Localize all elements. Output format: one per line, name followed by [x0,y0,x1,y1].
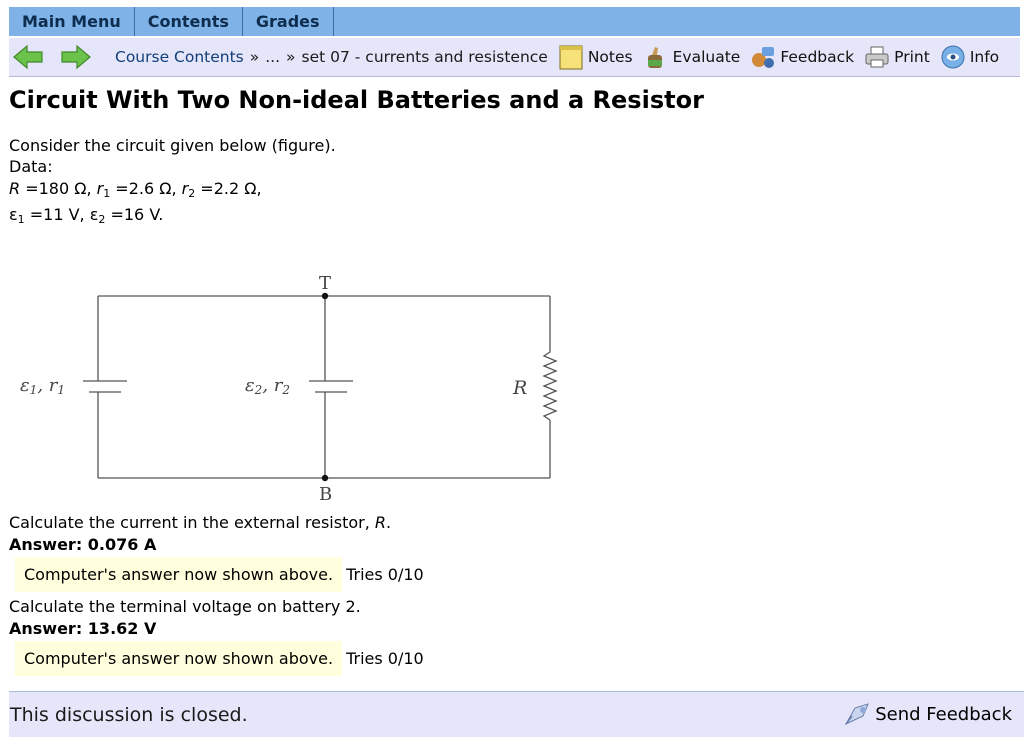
emf2-label: ε [245,375,255,396]
navigation-bar: Course Contents » ... » set 07 - current… [9,38,1020,77]
print-button[interactable]: Print [864,44,930,70]
notes-label: Notes [587,48,633,66]
r1-label-subscript: 1 [57,383,65,397]
R-value: =180 Ω, [20,179,97,198]
page-title: Circuit With Two Non-ideal Batteries and… [9,86,704,114]
back-arrow-icon[interactable] [11,44,45,70]
breadcrumb-separator: » [286,48,296,66]
resistor-R-label: R [512,377,527,399]
e2-value: =16 V. [105,205,164,224]
problem-intro: Consider the circuit given below (figure… [9,136,336,155]
emf2-subscript: 2 [254,383,263,397]
info-button[interactable]: Info [940,44,999,70]
tries-counter: Tries 0/10 [346,649,424,668]
printer-icon [864,44,890,70]
top-strip [0,0,1024,7]
question-1-symbol: R [374,513,387,532]
evaluate-label: Evaluate [672,48,741,66]
circuit-diagram: T B R ε1, r1 ε2, r2 [20,273,558,505]
breadcrumb-separator: » [249,48,260,66]
question-1-answer: Answer: 0.076 A [9,534,156,555]
notes-icon [558,44,584,70]
svg-text:ε1, r1: ε1, r1 [20,375,65,397]
question-1-text: Calculate the current in the external re… [9,513,375,532]
question-1-end: . [386,513,392,532]
notes-button[interactable]: Notes [558,44,633,70]
evaluate-button[interactable]: Evaluate [643,44,741,70]
emf1-label: ε [20,375,30,396]
R-symbol: R [9,179,21,198]
node-B-dot [321,474,329,482]
info-label: Info [969,48,1000,66]
answer-value: 13.62 V [87,619,157,638]
e1-subscript: 1 [17,213,25,226]
question-1-prompt: Calculate the current in the external re… [9,512,391,533]
discussion-closed-text: This discussion is closed. [10,703,248,726]
thumbs-up-icon [643,44,669,70]
data-resistances: R =180 Ω, r1 =2.6 Ω, r2 =2.2 Ω, [9,178,262,204]
feedback-label: Feedback [780,48,855,66]
answer-status-message: Computer's answer now shown above. [15,557,343,592]
answer-label: Answer: [9,619,83,638]
info-icon [940,44,966,70]
tab-contents[interactable]: Contents [135,7,243,36]
label-comma: , [262,375,273,396]
main-menubar: Main Menu Contents Grades [9,7,1020,36]
tries-counter: Tries 0/10 [346,565,424,584]
node-T-label: T [319,273,331,294]
question-2-answer: Answer: 13.62 V [9,618,156,639]
forward-arrow-icon[interactable] [59,44,93,70]
print-label: Print [894,48,930,66]
data-label: Data: [9,157,53,176]
svg-text:ε2, r2: ε2, r2 [245,375,290,397]
feedback-button[interactable]: Feedback [750,44,854,70]
e1-value: =11 V, [24,205,90,224]
emf1-subscript: 1 [30,383,38,397]
send-feedback-label: Send Feedback [875,704,1012,725]
tab-grades[interactable]: Grades [243,7,334,36]
breadcrumb-ellipsis[interactable]: ... [265,48,280,66]
r2-label-subscript: 2 [281,383,290,397]
answer-status-message: Computer's answer now shown above. [15,641,343,676]
data-emfs: ε1 =11 V, ε2 =16 V. [9,204,163,230]
answer-label: Answer: [9,535,83,554]
breadcrumb: Course Contents » ... » set 07 - current… [115,48,548,66]
question-2-prompt: Calculate the terminal voltage on batter… [9,597,361,616]
tab-main-menu[interactable]: Main Menu [9,7,135,36]
question-1-status-row: Computer's answer now shown above. Tries… [15,557,424,592]
label-comma: , [37,375,48,396]
node-B-label: B [319,484,332,505]
send-feedback-icon [843,702,871,728]
r2-value: =2.2 Ω, [195,179,262,198]
feedback-icon [750,44,776,70]
send-feedback-button[interactable]: Send Feedback [843,702,1012,728]
breadcrumb-current: set 07 - currents and resistence [301,48,548,66]
e1-symbol: ε [9,205,18,224]
r1-value: =2.6 Ω, [110,179,182,198]
discussion-footer: This discussion is closed. Send Feedback [9,691,1024,737]
answer-value: 0.076 A [87,535,157,554]
question-2-status-row: Computer's answer now shown above. Tries… [15,641,424,676]
breadcrumb-course-contents[interactable]: Course Contents [115,48,244,66]
